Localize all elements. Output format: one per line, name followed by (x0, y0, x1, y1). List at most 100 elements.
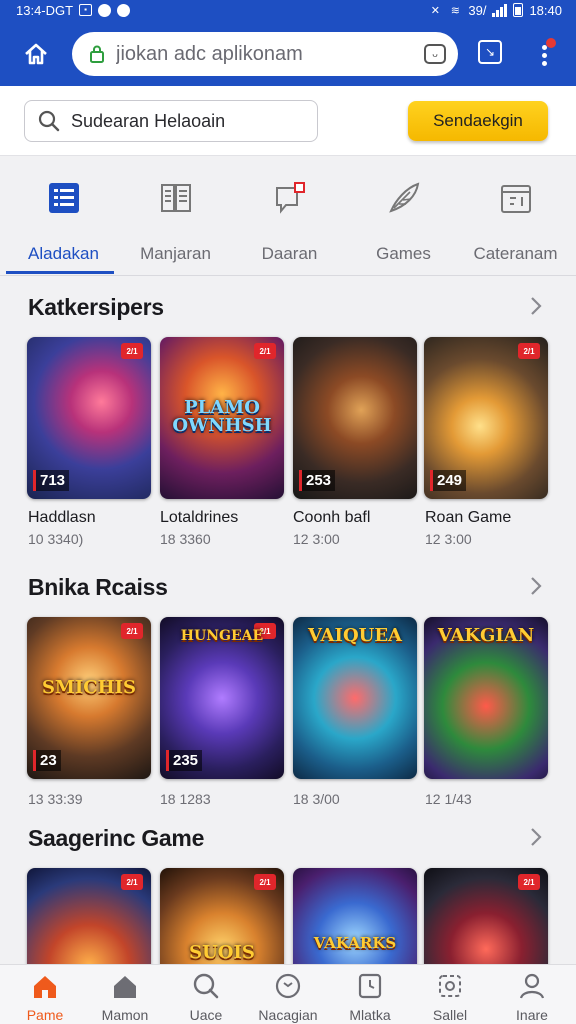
nav-item-2[interactable]: Mamon (85, 971, 165, 1023)
wifi-icon: ≋ (450, 4, 460, 17)
tabs-icon: ↘ (484, 45, 496, 59)
nav-label: Mlatka (349, 1007, 391, 1023)
game-logo-text: VAKARKS (313, 934, 397, 952)
game-card[interactable]: 253 (293, 337, 417, 499)
game-card[interactable]: 2/1 PLAMO OWNHSH (160, 337, 284, 499)
score-label: 23 (33, 750, 61, 771)
tab-switcher-button[interactable]: ↘ (478, 40, 502, 64)
clock-icon (358, 973, 382, 999)
section-title: Bnika Rcaiss (28, 574, 168, 600)
nav-item-1[interactable]: Pame (5, 971, 85, 1023)
notification-dot-icon (546, 38, 556, 48)
score-label: 713 (33, 470, 70, 491)
address-bar[interactable]: jiokan adc aplikonam ᴗ (72, 32, 458, 76)
dot-icon (117, 3, 131, 17)
game-meta: 10 3340) (28, 531, 84, 547)
url-text: jiokan adc aplikonam (116, 42, 303, 65)
overflow-menu-button[interactable] (534, 36, 558, 70)
tab-label: Games (376, 244, 431, 263)
search-icon (193, 973, 219, 999)
home-icon (25, 43, 47, 65)
list-icon (48, 183, 79, 213)
nav-label: Uace (189, 1007, 223, 1023)
score-label: 253 (299, 470, 336, 491)
section-title: Saagerinc Game (28, 825, 205, 851)
person-icon (519, 973, 545, 999)
rating-badge: 2/1 (121, 874, 143, 890)
game-logo-text: VAIQUEA (307, 625, 403, 646)
game-card[interactable]: 2/1 SMICHIS 23 (27, 617, 151, 779)
bottom-navigation: Pame Mamon Uace Nacagian Mlatka Sallel I… (0, 964, 576, 1024)
tab-label: Daaran (261, 244, 318, 263)
home-icon (34, 976, 56, 998)
game-title[interactable]: Haddlasn (28, 509, 96, 527)
game-meta: 18 3/00 (293, 791, 340, 807)
active-tab-indicator (6, 271, 114, 274)
game-meta: 13 33:39 (28, 791, 83, 807)
search-button[interactable]: Sendaekgin (408, 101, 548, 141)
box-icon: ▪ (79, 4, 93, 16)
nav-label: Pame (26, 1007, 64, 1023)
search-placeholder: Sudearan Helaoain (71, 110, 226, 131)
reader-mode-icon[interactable]: ᴗ (424, 44, 446, 64)
game-title[interactable]: Lotaldrines (160, 509, 238, 527)
game-meta: 18 3360 (160, 531, 211, 547)
game-meta: 18 1283 (160, 791, 211, 807)
nav-label: Inare (516, 1007, 548, 1023)
game-logo-text: SUOIS (189, 942, 255, 963)
game-card[interactable]: VAIQUEA (293, 617, 417, 779)
game-meta: 12 1/43 (425, 791, 472, 807)
game-title[interactable]: Coonh bafl (293, 509, 370, 527)
tab-label: Aladakan (28, 244, 99, 263)
game-meta: 12 3:00 (425, 531, 472, 547)
browser-top-bar: 13:4-DGT ▪ ✕ ≋ 39/ 18:40 jiokan adc apli… (0, 0, 576, 86)
game-card[interactable]: 2/1 HUNGEAE 235 (160, 617, 284, 779)
score-label: 249 (430, 470, 467, 491)
game-card[interactable]: VAKGIAN (424, 617, 548, 779)
game-title[interactable]: Roan Game (425, 509, 511, 527)
chevron-right-icon[interactable] (528, 295, 544, 317)
book-icon (160, 184, 191, 212)
game-card[interactable]: 2/1 249 (424, 337, 548, 499)
tab-label: Cateranam (473, 244, 558, 263)
game-card[interactable]: 2/1 713 (27, 337, 151, 499)
grid-icon (439, 975, 461, 997)
rating-badge: 2/1 (121, 623, 143, 639)
game-meta: 12 3:00 (293, 531, 340, 547)
nav-item-7[interactable]: Inare (492, 971, 572, 1023)
chevron-right-icon[interactable] (528, 575, 544, 597)
rating-badge: 2/1 (121, 343, 143, 359)
search-input[interactable]: Sudearan Helaoain (24, 100, 318, 142)
flag-icon (275, 182, 305, 214)
mute-icon: ✕ (430, 4, 440, 17)
home-button[interactable] (18, 36, 54, 72)
search-icon (38, 110, 60, 132)
status-clock: 18:40 (529, 2, 562, 18)
section-title: Katkersipers (28, 294, 164, 320)
rating-badge: 2/1 (254, 874, 276, 890)
nav-label: Sallel (432, 1007, 468, 1023)
tab-category-5[interactable]: Cateranam (458, 176, 573, 276)
chevron-right-icon[interactable] (528, 826, 544, 848)
tab-category-1[interactable]: Aladakan (6, 176, 121, 276)
game-logo-text: PLAMO OWNHSH (172, 397, 272, 436)
nav-item-3[interactable]: Uace (166, 971, 246, 1023)
nav-item-4[interactable]: Nacagian (248, 971, 328, 1023)
tab-category-3[interactable]: Daaran (232, 176, 347, 276)
rating-badge: 2/1 (518, 343, 540, 359)
box-icon (500, 185, 531, 213)
feather-icon (388, 182, 419, 213)
house-icon (114, 976, 136, 998)
nav-item-6[interactable]: Sallel (410, 971, 490, 1023)
tab-category-4[interactable]: Games (346, 176, 461, 276)
tab-label: Manjaran (140, 244, 211, 263)
nav-item-5[interactable]: Mlatka (330, 971, 410, 1023)
status-time: 13:4-DGT (16, 2, 74, 18)
game-logo-text: SMICHIS (41, 677, 137, 698)
tab-category-2[interactable]: Manjaran (118, 176, 233, 276)
search-area: Sudearan Helaoain Sendaekgin (0, 86, 576, 156)
score-label: 235 (166, 750, 203, 771)
nav-label: Nacagian (258, 1007, 318, 1023)
status-bar: 13:4-DGT ▪ ✕ ≋ 39/ 18:40 (0, 0, 576, 20)
status-indicator-text: 39/ (468, 2, 487, 18)
